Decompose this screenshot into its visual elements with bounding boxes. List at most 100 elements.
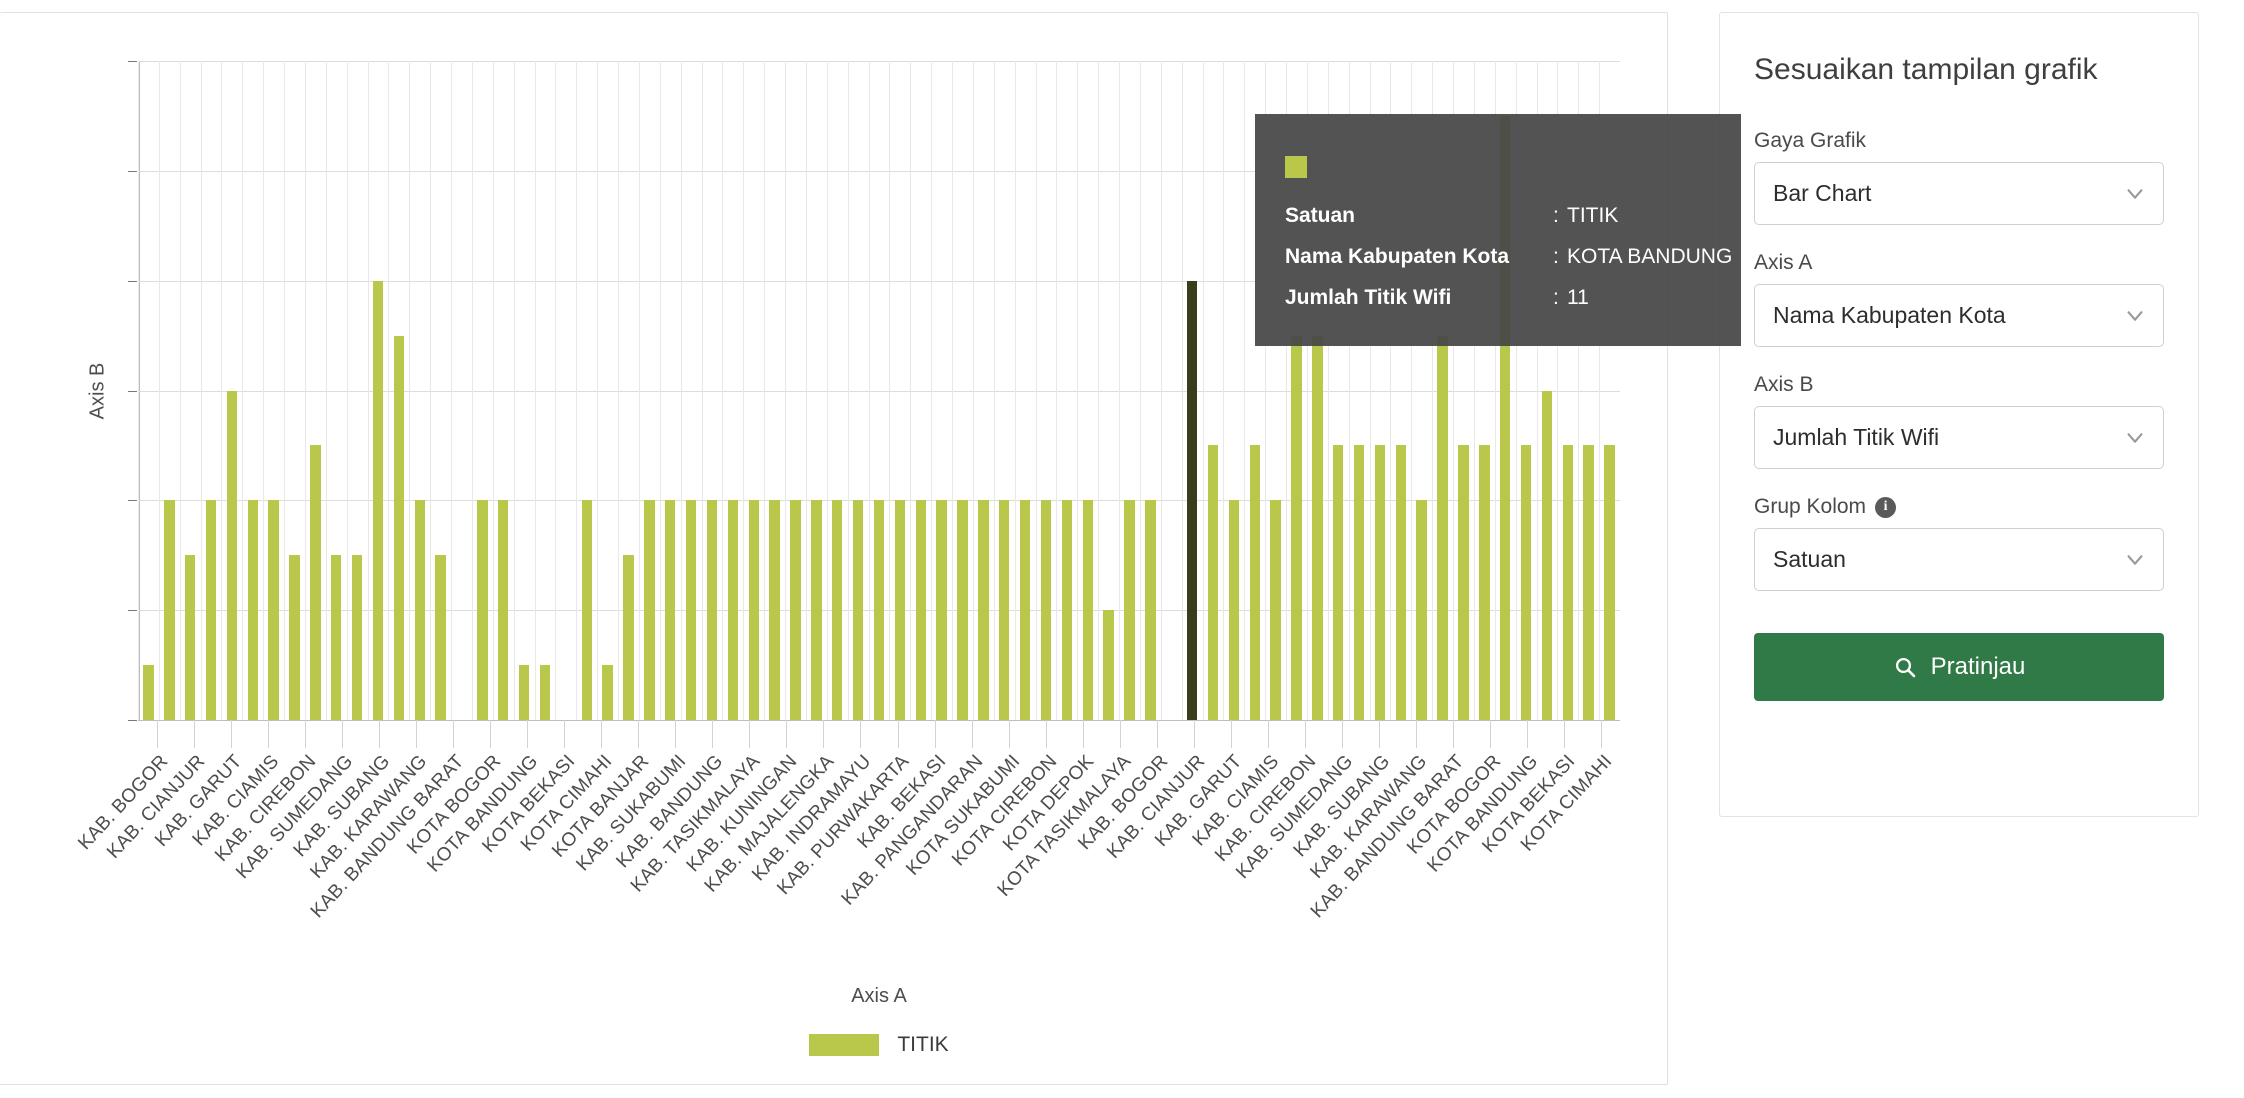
field-axis-a: Axis A Nama Kabupaten Kota <box>1754 251 2164 347</box>
chart-bar[interactable] <box>1082 500 1093 720</box>
x-tick-mark <box>1527 720 1528 748</box>
chart-bar[interactable] <box>226 390 238 720</box>
chart-bar[interactable] <box>623 555 634 720</box>
select-gaya-grafik[interactable]: Bar Chart <box>1754 162 2164 225</box>
chart-bar[interactable] <box>811 500 822 720</box>
chart-bar[interactable] <box>310 445 321 720</box>
chart-bar[interactable] <box>1604 445 1615 720</box>
chart-bar[interactable] <box>1103 610 1114 720</box>
chart-bar[interactable] <box>727 500 739 720</box>
chart-bar[interactable] <box>936 500 947 720</box>
chart-bar[interactable] <box>748 500 759 720</box>
chart-bar[interactable] <box>435 555 446 720</box>
chart-bar[interactable] <box>1145 500 1156 720</box>
chart-bar[interactable] <box>143 665 154 720</box>
chart-bar[interactable] <box>1416 500 1427 720</box>
chart-bar[interactable] <box>1124 500 1135 720</box>
chart-bar[interactable] <box>957 500 968 720</box>
chart-bar[interactable] <box>1458 445 1469 720</box>
chart-bar[interactable] <box>1479 445 1490 720</box>
chart-bar[interactable] <box>1353 445 1365 720</box>
chart-bar[interactable] <box>1228 500 1240 720</box>
chart-bar[interactable] <box>164 500 175 720</box>
chart-bar[interactable] <box>769 500 780 720</box>
chart-bar[interactable] <box>351 555 363 720</box>
chart-bar[interactable] <box>331 555 342 720</box>
select-axis-a[interactable]: Nama Kabupaten Kota <box>1754 284 2164 347</box>
x-tick-mark <box>675 720 676 748</box>
chart-bar[interactable] <box>1332 445 1344 720</box>
chart-bar[interactable] <box>205 500 217 720</box>
x-gridline <box>493 61 494 720</box>
y-gridline <box>138 61 1620 62</box>
chart-bar[interactable] <box>477 500 488 720</box>
chart-bar[interactable] <box>1019 500 1031 720</box>
chart-bar[interactable] <box>1374 445 1386 720</box>
chart-bar[interactable] <box>1249 445 1260 720</box>
x-gridline <box>1015 61 1016 720</box>
chart-bar[interactable] <box>873 500 885 720</box>
chart-bar[interactable] <box>790 500 801 720</box>
chart-bar[interactable] <box>852 500 864 720</box>
chart-bar[interactable] <box>644 500 655 720</box>
chart-bar[interactable] <box>832 500 843 720</box>
chart-bar[interactable] <box>1270 500 1281 720</box>
chart-bar[interactable] <box>289 555 300 720</box>
tooltip-separator: : <box>1553 204 1559 227</box>
info-icon[interactable]: i <box>1875 496 1897 518</box>
x-gridline <box>1056 61 1057 720</box>
chart-bar[interactable] <box>1061 500 1073 720</box>
field-label: Gaya Grafik <box>1754 129 2164 153</box>
chevron-down-icon <box>2124 305 2146 327</box>
x-gridline <box>221 61 222 720</box>
chevron-down-icon <box>2124 549 2146 571</box>
chart-bar[interactable] <box>581 500 592 720</box>
x-gridline <box>535 61 536 720</box>
tooltip-key: Nama Kabupaten Kota <box>1285 245 1510 268</box>
select-axis-b[interactable]: Jumlah Titik Wifi <box>1754 406 2164 469</box>
tooltip-value: KOTA BANDUNG <box>1567 245 1733 268</box>
chart-bar[interactable] <box>1541 390 1553 720</box>
chart-bar[interactable] <box>706 500 718 720</box>
chart-bar[interactable] <box>1520 445 1532 720</box>
select-grup-kolom[interactable]: Satuan <box>1754 528 2164 591</box>
field-axis-b: Axis B Jumlah Titik Wifi <box>1754 373 2164 469</box>
chart-bar[interactable] <box>1562 445 1574 720</box>
chart-bar[interactable] <box>894 500 906 720</box>
chart-bar[interactable] <box>1207 445 1219 720</box>
chart-bar[interactable] <box>978 500 989 720</box>
x-gridline <box>1140 61 1141 720</box>
chart-bar[interactable] <box>247 500 258 720</box>
chart-bar[interactable] <box>999 500 1010 720</box>
x-tick-mark <box>1083 720 1084 748</box>
chart-bar[interactable] <box>1186 280 1198 720</box>
chart-bar[interactable] <box>915 500 926 720</box>
chart-bar[interactable] <box>685 500 697 720</box>
preview-button-label: Pratinjau <box>1930 653 2026 680</box>
chart-bar[interactable] <box>1040 500 1052 720</box>
chart-bar[interactable] <box>1395 445 1407 720</box>
chart-bar[interactable] <box>539 665 551 720</box>
chart-bar[interactable] <box>1437 335 1448 720</box>
preview-button[interactable]: Pratinjau <box>1754 633 2164 701</box>
chart-bar[interactable] <box>602 665 613 720</box>
chart-bar[interactable] <box>1291 335 1302 720</box>
chart-bar[interactable] <box>372 280 384 720</box>
chart-bar[interactable] <box>665 500 676 720</box>
x-gridline <box>639 61 640 720</box>
chart-bar[interactable] <box>518 665 530 720</box>
x-tick-mark <box>379 720 380 748</box>
chart-bar[interactable] <box>393 335 405 720</box>
chart-bar[interactable] <box>414 500 425 720</box>
chart-bar[interactable] <box>1583 445 1594 720</box>
field-label-text: Axis B <box>1754 373 1814 396</box>
search-icon <box>1893 655 1917 679</box>
chart-bar[interactable] <box>184 555 196 720</box>
x-gridline <box>952 61 953 720</box>
chart-builder-page: Axis B 024681012KAB. BOGORKAB. CIANJURKA… <box>0 0 2244 1098</box>
x-gridline <box>702 61 703 720</box>
x-tick-mark <box>268 720 269 748</box>
chart-bar[interactable] <box>1312 335 1323 720</box>
chart-bar[interactable] <box>268 500 279 720</box>
chart-bar[interactable] <box>498 500 509 720</box>
